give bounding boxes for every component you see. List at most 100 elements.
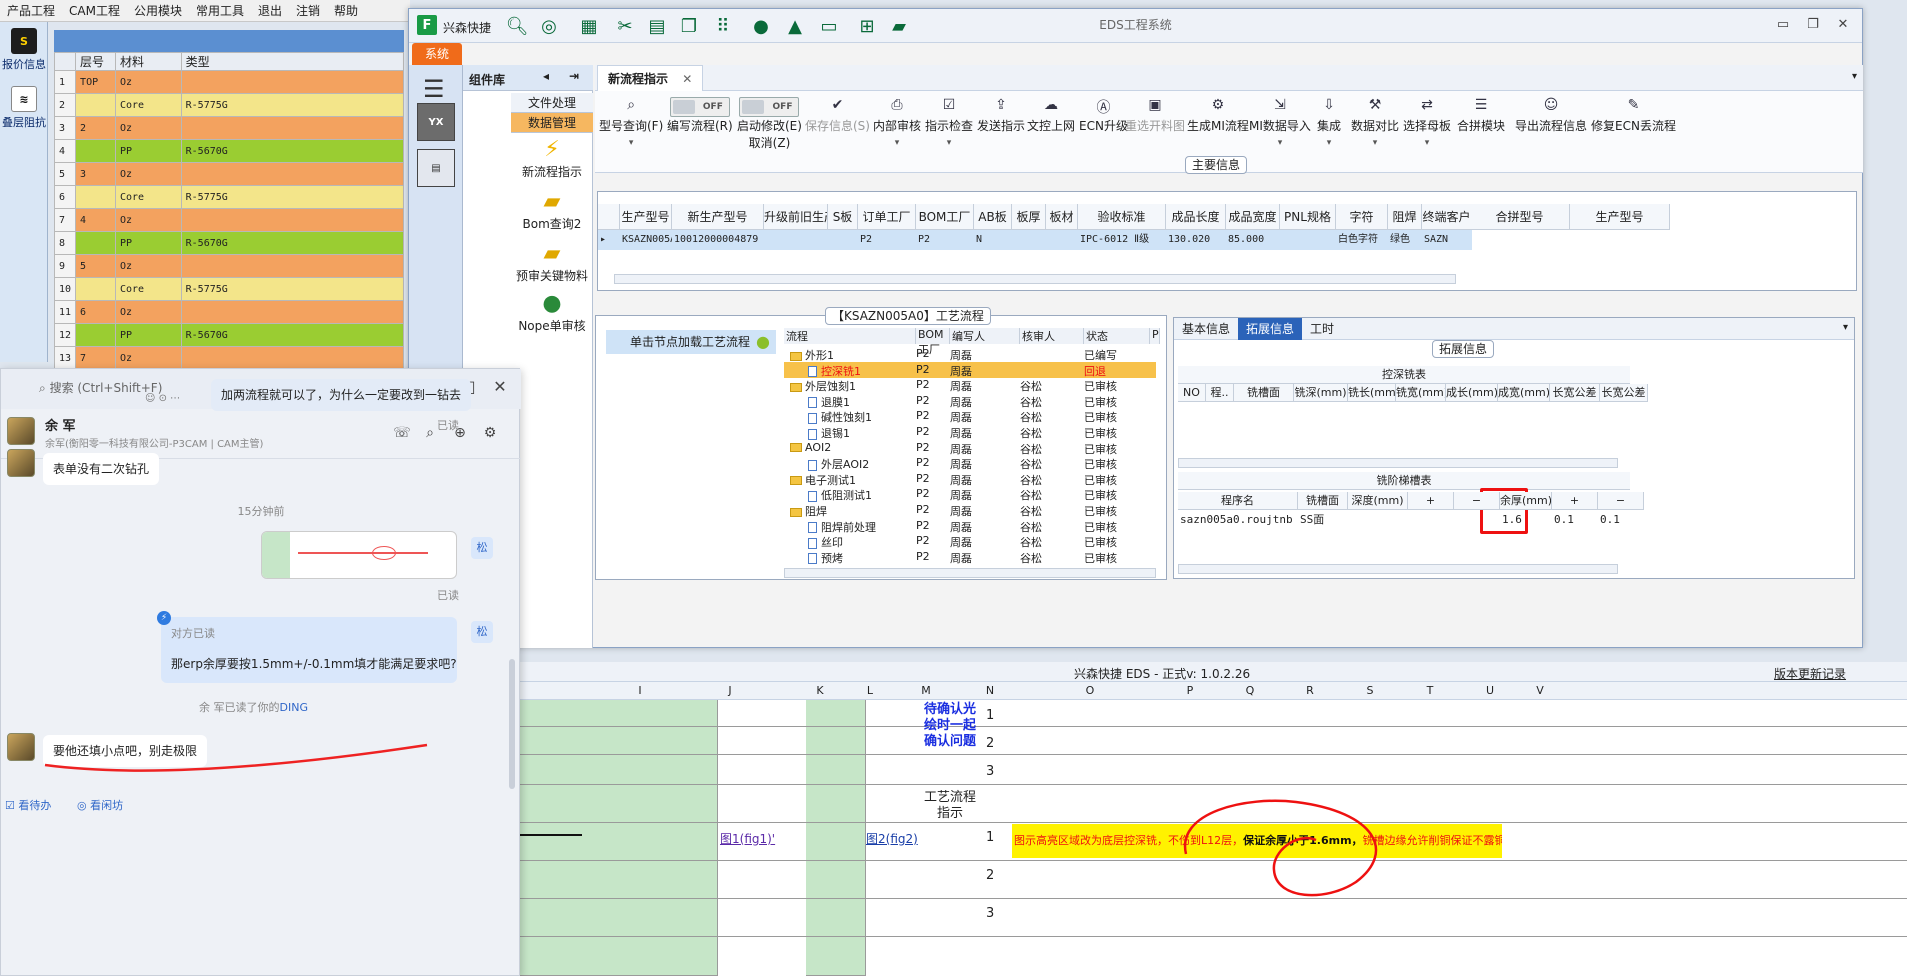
- grid-icon[interactable]: ▦: [577, 15, 601, 37]
- data-compare-button[interactable]: ⚒ 数据对比 ▾: [1351, 97, 1399, 148]
- col-head[interactable]: V: [1530, 684, 1550, 697]
- step-slot-col[interactable]: +: [1408, 492, 1454, 510]
- process-row[interactable]: 阻焊前处理 P2 周磊 谷松 已审核: [784, 518, 1156, 534]
- layer-cell[interactable]: [75, 277, 116, 301]
- main-info-cell[interactable]: N: [974, 230, 1012, 250]
- layer-cell[interactable]: [75, 231, 116, 255]
- type-cell[interactable]: R-5670G: [180, 231, 405, 255]
- mi-import-button[interactable]: ⇲ MI数据导入 ▾: [1249, 97, 1311, 148]
- ding-link[interactable]: DING: [280, 701, 308, 714]
- apps-icon[interactable]: ⠿: [711, 15, 735, 37]
- save-info-button[interactable]: ✔ 保存信息(S): [805, 97, 870, 134]
- type-cell[interactable]: R-5775G: [180, 185, 405, 209]
- depth-mill-scrollbar[interactable]: [1178, 458, 1618, 468]
- reopen-material-button[interactable]: ▣ 重选开料图: [1125, 97, 1185, 134]
- depth-mill-col[interactable]: NO: [1178, 384, 1206, 402]
- table-row[interactable]: 3 2 Oz: [53, 116, 405, 140]
- integrate-button[interactable]: ⇩ 集成 ▾: [1317, 97, 1341, 148]
- col-head[interactable]: O: [1080, 684, 1100, 697]
- fig2-link[interactable]: 图2(fig2): [866, 830, 918, 847]
- col-head[interactable]: P: [1180, 684, 1200, 697]
- scissors-icon[interactable]: ✂: [613, 15, 637, 37]
- table-row[interactable]: 4 PP R-5670G: [53, 139, 405, 163]
- copy-icon[interactable]: ❐: [677, 15, 701, 37]
- col-head[interactable]: T: [1420, 684, 1440, 697]
- process-row[interactable]: 阻焊 P2 周磊 谷松 已审核: [784, 502, 1156, 518]
- cat-file[interactable]: 文件处理: [511, 93, 593, 113]
- edit-flow-button[interactable]: OFF 编写流程(R): [667, 97, 733, 134]
- step-slot-cell[interactable]: 0.1: [1598, 510, 1644, 530]
- panel-menu-icon[interactable]: ▾: [1843, 322, 1848, 333]
- layer-cell[interactable]: 6: [75, 300, 116, 324]
- col-layer[interactable]: 层号: [75, 52, 116, 71]
- send-guide-button[interactable]: ⇪ 发送指示: [977, 97, 1025, 134]
- process-row[interactable]: 退锡1 P2 周磊 谷松 已审核: [784, 424, 1156, 440]
- material-cell[interactable]: Oz: [114, 116, 182, 140]
- step-slot-col[interactable]: 深度(mm): [1348, 492, 1408, 510]
- msg-actions[interactable]: ☺ ⊙ ⋯: [145, 393, 205, 409]
- main-info-col[interactable]: 新生产型号: [672, 204, 764, 230]
- gen-mi-button[interactable]: ⚙ 生成MI流程: [1187, 97, 1249, 134]
- material-cell[interactable]: Oz: [114, 70, 182, 94]
- col-head[interactable]: N: [980, 684, 1000, 697]
- lifebuoy-icon[interactable]: ◎: [537, 15, 561, 37]
- process-row[interactable]: 预烤 P2 周磊 谷松 已审核: [784, 549, 1156, 565]
- main-info-cell[interactable]: SAZN: [1422, 230, 1472, 250]
- main-info-col[interactable]: S板: [828, 204, 858, 230]
- contact-avatar-2[interactable]: [7, 449, 35, 477]
- type-cell[interactable]: [180, 162, 405, 186]
- menu-tools[interactable]: 常用工具: [189, 2, 251, 19]
- select-mother-button[interactable]: ⇄ 选择母板 ▾: [1403, 97, 1451, 148]
- depth-mill-col[interactable]: 长宽公差: [1600, 384, 1648, 402]
- type-cell[interactable]: [180, 346, 405, 370]
- main-info-col[interactable]: 阻焊: [1388, 204, 1422, 230]
- material-cell[interactable]: Oz: [114, 254, 182, 278]
- type-cell[interactable]: [180, 300, 405, 324]
- main-info-col[interactable]: BOM工厂: [916, 204, 974, 230]
- my-avatar[interactable]: 松: [471, 537, 493, 559]
- col-head[interactable]: J: [720, 684, 740, 697]
- tab-basic-info[interactable]: 基本信息: [1174, 318, 1238, 340]
- main-info-cell[interactable]: IPC-6012 Ⅱ级: [1078, 230, 1166, 250]
- pin-icon[interactable]: ⇥: [569, 69, 579, 83]
- type-cell[interactable]: [180, 208, 405, 232]
- layer-cell[interactable]: TOP: [75, 70, 116, 94]
- table-row[interactable]: 9 5 Oz: [53, 254, 405, 278]
- chat-scrollbar[interactable]: [509, 659, 515, 789]
- table-row[interactable]: 13 7 Oz: [53, 346, 405, 370]
- depth-mill-col[interactable]: 铣深(mm): [1294, 384, 1348, 402]
- step-slot-col[interactable]: −: [1598, 492, 1644, 510]
- material-cell[interactable]: PP: [114, 139, 182, 163]
- step-slot-cell[interactable]: [1348, 510, 1408, 530]
- close-icon[interactable]: ✕: [1829, 17, 1857, 35]
- msg-bubble-3[interactable]: 对方已读 那erp余厚要按1.5mm+/-0.1mm填才能满足要求吧?: [161, 617, 457, 683]
- proc-col-head[interactable]: 状态: [1084, 328, 1150, 344]
- col-head[interactable]: S: [1360, 684, 1380, 697]
- depth-mill-col[interactable]: 铣长(mm): [1348, 384, 1396, 402]
- step-slot-col[interactable]: 余厚(mm): [1500, 492, 1552, 510]
- proc-col-head[interactable]: 流程: [784, 328, 916, 344]
- panel-module-button[interactable]: ☰ 合拼模块: [1457, 97, 1505, 134]
- screenshot-thumbnail[interactable]: [261, 531, 457, 579]
- type-cell[interactable]: [180, 70, 405, 94]
- step-slot-cell[interactable]: 0.1: [1552, 510, 1598, 530]
- book-icon[interactable]: ▰: [887, 15, 911, 37]
- main-info-col[interactable]: 升级前旧生产型号: [764, 204, 828, 230]
- col-head[interactable]: K: [810, 684, 830, 697]
- process-row[interactable]: 电子测试1 P2 周磊 谷松 已审核: [784, 471, 1156, 487]
- table-row[interactable]: 6 Core R-5775G: [53, 185, 405, 209]
- enable-modify-button[interactable]: OFF 启动修改(E) 取消(Z): [737, 97, 802, 151]
- material-cell[interactable]: PP: [114, 323, 182, 347]
- col-head[interactable]: I: [630, 684, 650, 697]
- step-slot-col[interactable]: −: [1454, 492, 1500, 510]
- depth-mill-col[interactable]: 程..: [1206, 384, 1234, 402]
- table-row[interactable]: 10 Core R-5775G: [53, 277, 405, 301]
- step-slot-cell[interactable]: 1.6: [1500, 510, 1552, 530]
- main-info-cell[interactable]: [1046, 230, 1078, 250]
- contact-avatar-3[interactable]: [7, 733, 35, 761]
- layer-cell[interactable]: 7: [75, 346, 116, 370]
- process-row[interactable]: AOI2 P2 周磊 谷松 已审核: [784, 440, 1156, 456]
- close-icon[interactable]: ✕: [487, 375, 513, 401]
- depth-mill-col[interactable]: 铣槽面: [1234, 384, 1294, 402]
- layer-cell[interactable]: 4: [75, 208, 116, 232]
